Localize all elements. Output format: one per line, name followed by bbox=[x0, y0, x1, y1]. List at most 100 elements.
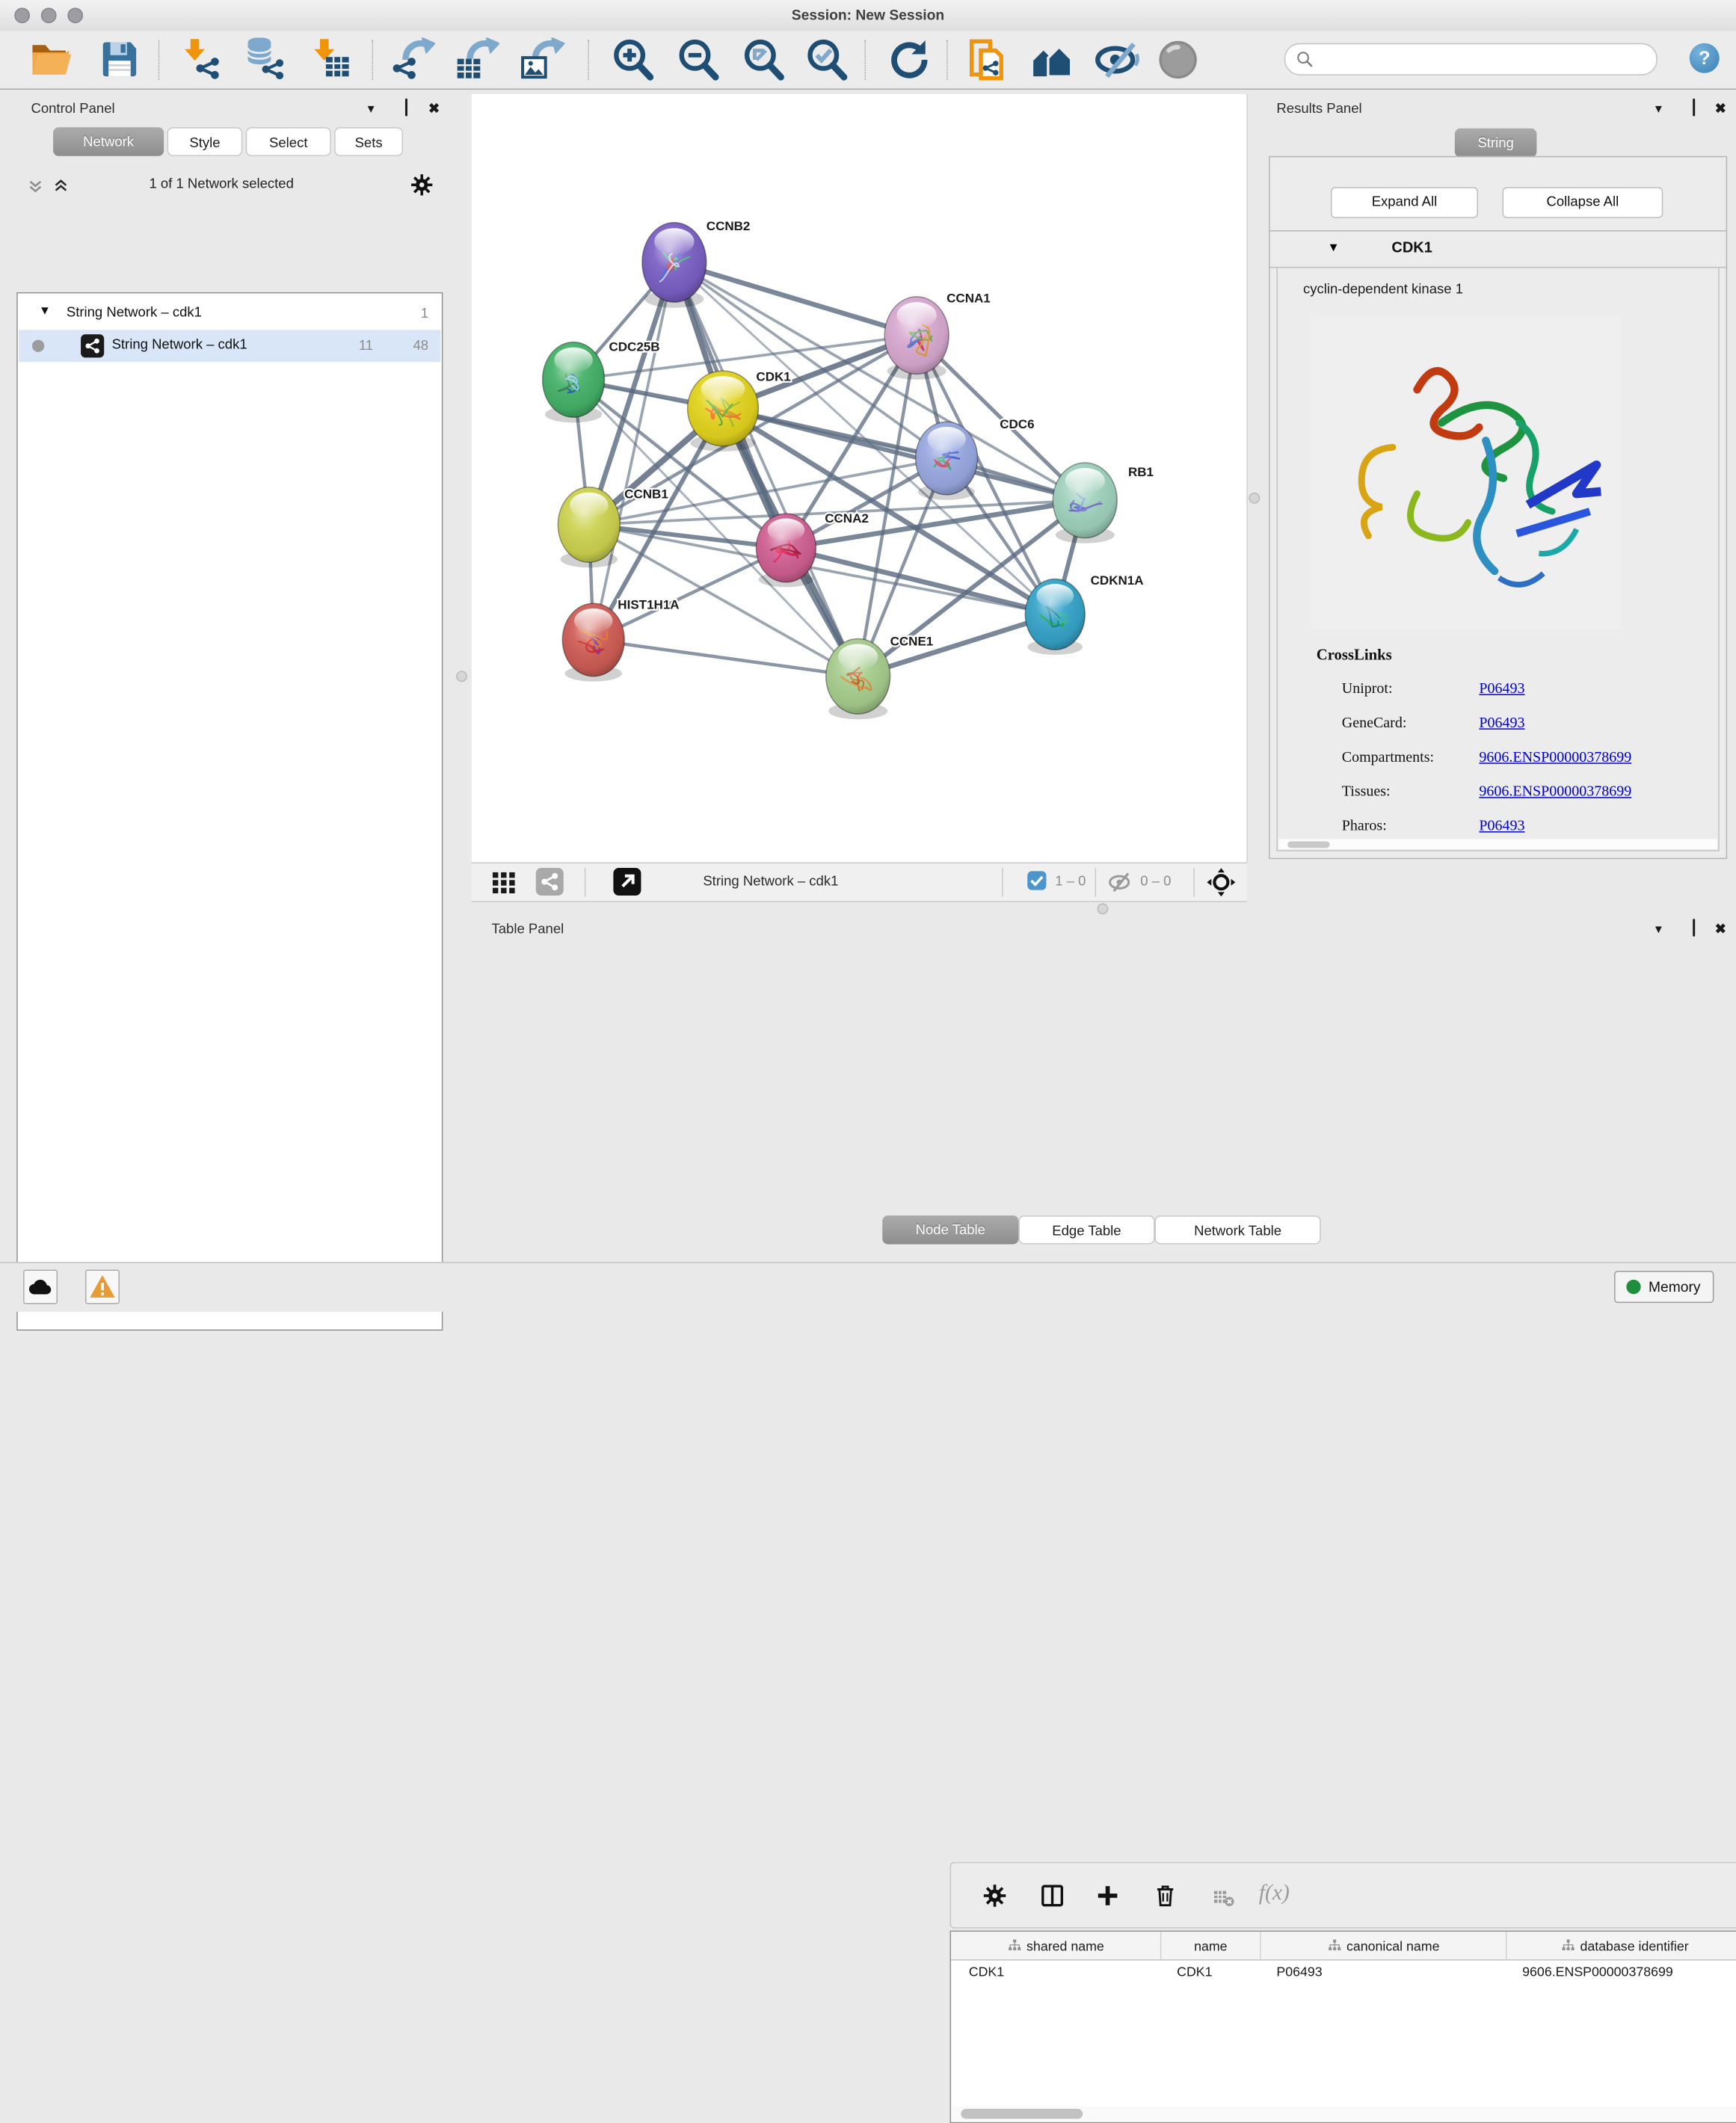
crosslink-label: Pharos: bbox=[1342, 817, 1387, 835]
table-cell[interactable]: P06493 bbox=[1276, 1964, 1502, 1979]
toolbar-separator bbox=[158, 40, 161, 79]
edge-CCNB2-CCNA1[interactable] bbox=[674, 262, 917, 336]
tab-style[interactable]: Style bbox=[167, 127, 243, 156]
collection-expander-icon[interactable]: ▼ bbox=[39, 304, 51, 318]
protein-section-expander-icon[interactable]: ▼ bbox=[1328, 241, 1340, 255]
export-network-icon[interactable] bbox=[391, 37, 435, 81]
search-input[interactable] bbox=[1319, 46, 1644, 72]
tab-node-table[interactable]: Node Table bbox=[882, 1215, 1018, 1245]
export-table-icon[interactable] bbox=[455, 37, 499, 81]
column-header-shared-name[interactable]: shared name bbox=[951, 1932, 1161, 1961]
control-panel-close-icon[interactable]: ✖ bbox=[424, 99, 444, 117]
import-table-icon[interactable] bbox=[309, 37, 353, 81]
node-label-CDKN1A: CDKN1A bbox=[1091, 573, 1144, 588]
results-panel-close-icon[interactable]: ✖ bbox=[1711, 99, 1731, 117]
zoom-in-icon[interactable] bbox=[611, 37, 655, 81]
show-eye-icon[interactable] bbox=[1156, 37, 1200, 81]
control-panel-menu-icon[interactable]: ▾ bbox=[361, 99, 381, 117]
edge-HIST1H1A-CCNE1[interactable] bbox=[594, 640, 858, 677]
node-HIST1H1A[interactable] bbox=[562, 603, 624, 682]
table-panel-close-icon[interactable]: ✖ bbox=[1711, 920, 1731, 938]
search-box[interactable] bbox=[1284, 43, 1657, 76]
node-CDK1[interactable] bbox=[688, 371, 759, 452]
network-share-view-icon[interactable] bbox=[536, 868, 564, 896]
houses-icon[interactable] bbox=[1029, 37, 1074, 81]
collapse-all-button[interactable]: Collapse All bbox=[1503, 187, 1663, 218]
results-hscrollbar[interactable] bbox=[1278, 839, 1717, 848]
node-label-CDK1: CDK1 bbox=[756, 369, 790, 383]
table-columns-icon[interactable] bbox=[1040, 1883, 1065, 1914]
expand-all-button[interactable]: Expand All bbox=[1331, 187, 1478, 218]
birds-eye-crosshair-icon[interactable] bbox=[1206, 867, 1237, 904]
node-RB1[interactable] bbox=[1053, 463, 1117, 543]
tab-edge-table[interactable]: Edge Table bbox=[1018, 1215, 1154, 1245]
left-splitter-handle[interactable] bbox=[456, 671, 467, 682]
hide-panel-eye-icon[interactable] bbox=[1095, 37, 1139, 81]
table-hscrollbar[interactable] bbox=[952, 2107, 1736, 2121]
crosslink-link[interactable]: P06493 bbox=[1479, 817, 1524, 835]
collection-count: 1 bbox=[384, 306, 428, 321]
node-table[interactable]: shared namename canonical name database … bbox=[950, 1931, 1736, 2123]
column-header-canonical-name[interactable]: canonical name bbox=[1261, 1932, 1507, 1961]
network-collection-row[interactable]: ▼ String Network – cdk1 1 bbox=[19, 298, 440, 330]
crosslink-link[interactable]: 9606.ENSP00000378699 bbox=[1479, 783, 1631, 801]
table-panel-menu-icon[interactable]: ▾ bbox=[1649, 920, 1669, 938]
crosslink-link[interactable]: P06493 bbox=[1479, 680, 1524, 697]
tab-network[interactable]: Network bbox=[53, 127, 164, 156]
node-CDKN1A[interactable] bbox=[1025, 579, 1085, 654]
control-panel-float-icon[interactable] bbox=[396, 99, 416, 117]
node-CCNA1[interactable] bbox=[884, 297, 949, 380]
tab-string[interactable]: String bbox=[1455, 129, 1537, 158]
zoom-fit-icon[interactable] bbox=[742, 37, 786, 81]
node-CDC6[interactable] bbox=[916, 422, 978, 500]
network-options-gear-icon[interactable] bbox=[410, 173, 434, 203]
save-session-icon[interactable] bbox=[97, 37, 141, 81]
open-file-icon[interactable] bbox=[29, 37, 73, 81]
tab-sets[interactable]: Sets bbox=[334, 127, 403, 156]
tab-select[interactable]: Select bbox=[246, 127, 331, 156]
column-header-database-identifier[interactable]: database identifier bbox=[1506, 1932, 1736, 1961]
delete-column-trash-icon[interactable] bbox=[1153, 1883, 1178, 1914]
import-network-icon[interactable] bbox=[179, 37, 224, 81]
crosslink-link[interactable]: 9606.ENSP00000378699 bbox=[1479, 748, 1631, 766]
cloud-status-button[interactable] bbox=[23, 1270, 58, 1304]
memory-button[interactable]: Memory bbox=[1614, 1271, 1714, 1303]
zoom-selected-icon[interactable] bbox=[805, 37, 849, 81]
table-panel-float-icon[interactable] bbox=[1684, 919, 1704, 937]
clone-network-icon[interactable] bbox=[964, 37, 1009, 81]
table-cell[interactable]: CDK1 bbox=[969, 1964, 1160, 1979]
table-settings-gear-icon[interactable] bbox=[982, 1883, 1008, 1914]
export-image-icon[interactable] bbox=[520, 37, 564, 81]
warnings-button[interactable] bbox=[85, 1270, 120, 1304]
search-icon bbox=[1296, 50, 1314, 69]
open-in-window-icon[interactable] bbox=[613, 868, 641, 896]
node-CCNB1[interactable] bbox=[558, 487, 620, 568]
node-CCNE1[interactable] bbox=[826, 638, 890, 719]
results-panel-float-icon[interactable] bbox=[1684, 99, 1704, 117]
table-cell[interactable]: CDK1 bbox=[1177, 1964, 1257, 1979]
crosslink-link[interactable]: P06493 bbox=[1479, 714, 1524, 732]
delete-table-icon bbox=[1213, 1886, 1235, 1914]
node-CCNB2[interactable] bbox=[642, 223, 707, 308]
table-hscrollbar-thumb[interactable] bbox=[961, 2109, 1083, 2119]
selected-checkbox-icon[interactable] bbox=[1027, 871, 1046, 890]
tab-network-table[interactable]: Network Table bbox=[1155, 1215, 1321, 1245]
network-view-canvas[interactable]: CCNB2CCNA1CDC25BCDK1CDC6RB1CCNB1CCNA2CDK… bbox=[472, 94, 1248, 863]
help-button[interactable]: ? bbox=[1690, 43, 1720, 73]
zoom-out-icon[interactable] bbox=[677, 37, 721, 81]
column-header-name[interactable]: name bbox=[1161, 1932, 1261, 1961]
results-panel-menu-icon[interactable]: ▾ bbox=[1649, 99, 1669, 117]
node-label-CCNB1: CCNB1 bbox=[624, 487, 668, 501]
node-CDC25B[interactable] bbox=[543, 342, 605, 423]
add-column-icon[interactable] bbox=[1095, 1883, 1121, 1914]
node-label-CDC6: CDC6 bbox=[1000, 417, 1034, 431]
grid-view-icon[interactable] bbox=[490, 869, 517, 901]
right-splitter-handle[interactable] bbox=[1249, 493, 1260, 504]
node-CCNA2[interactable] bbox=[756, 514, 816, 587]
network-row-selected[interactable]: String Network – cdk1 11 48 bbox=[19, 330, 440, 362]
table-cell[interactable]: 9606.ENSP00000378699 bbox=[1522, 1964, 1736, 1979]
refresh-icon[interactable] bbox=[886, 37, 930, 81]
edge-CCNB2-CCNE1[interactable] bbox=[674, 262, 858, 677]
bottom-splitter-handle[interactable] bbox=[1098, 903, 1109, 914]
import-network-database-icon[interactable] bbox=[244, 37, 288, 81]
